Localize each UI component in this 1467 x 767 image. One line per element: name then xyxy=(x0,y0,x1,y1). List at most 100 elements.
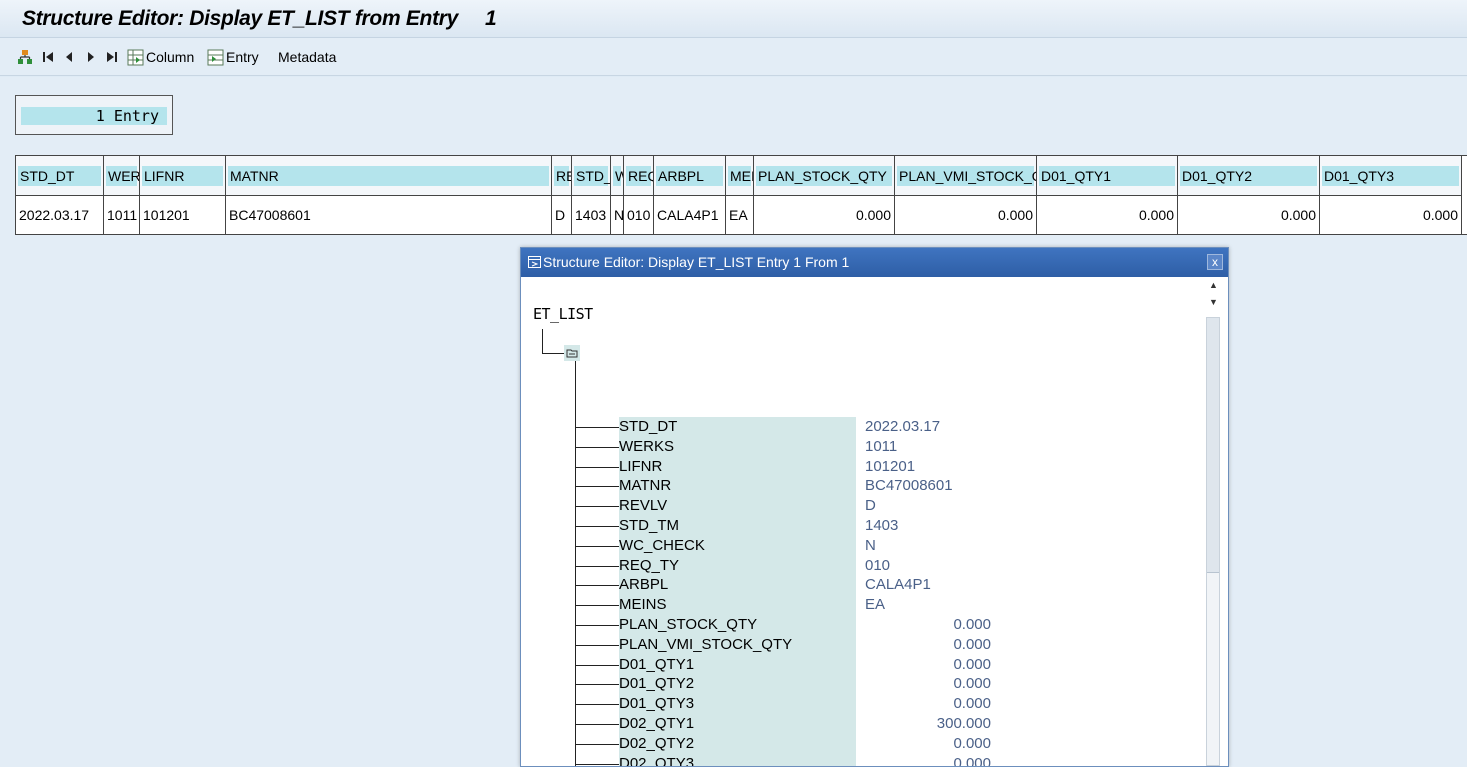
tree-line xyxy=(542,329,543,353)
tree-connector xyxy=(575,605,619,607)
column-header[interactable]: ARBPL xyxy=(654,156,726,195)
first-icon xyxy=(43,52,53,62)
field-row[interactable]: D01_QTY1 0.000 xyxy=(575,654,995,675)
column-header-label: STD_ xyxy=(574,166,611,186)
field-value: 0.000 xyxy=(953,616,991,633)
close-button[interactable]: x xyxy=(1207,254,1223,270)
table-cell[interactable]: 2022.03.17 xyxy=(16,196,104,234)
field-row[interactable]: ARBPL CALA4P1 xyxy=(575,575,995,596)
vertical-scrollbar[interactable]: ▲ ▼ xyxy=(1206,277,1222,766)
folder-icon xyxy=(566,349,578,358)
field-value: 0.000 xyxy=(953,695,991,713)
table-cell[interactable]: 101201 xyxy=(140,196,226,234)
dialog-titlebar[interactable]: Structure Editor: Display ET_LIST Entry … xyxy=(521,248,1228,277)
table-cell[interactable]: BC47008601 xyxy=(226,196,552,234)
field-value: 0.000 xyxy=(953,754,991,766)
column-header[interactable]: MEI xyxy=(726,156,754,195)
field-row[interactable]: PLAN_VMI_STOCK_QTY 0.000 xyxy=(575,634,995,655)
field-row[interactable]: LIFNR 101201 xyxy=(575,456,995,477)
field-row[interactable]: D01_QTY3 0.000 xyxy=(575,694,995,715)
table-cell[interactable]: 1011 xyxy=(104,196,140,234)
table-row[interactable]: 2022.03.17 1011 101201 BC47008601 D 1403 N 010 C… xyxy=(16,196,1462,234)
table-cell-value: 101201 xyxy=(143,207,190,223)
table-cell[interactable]: 0.000 xyxy=(895,196,1037,234)
field-row[interactable]: D02_QTY2 0.000 xyxy=(575,733,995,754)
column-header-label: REQ xyxy=(626,166,653,186)
scroll-track[interactable] xyxy=(1206,317,1220,766)
table-cell[interactable]: 0.000 xyxy=(754,196,895,234)
column-header[interactable]: REQ xyxy=(624,156,654,195)
field-value: 0.000 xyxy=(953,675,991,693)
scroll-up-icon[interactable]: ▲ xyxy=(1209,280,1218,290)
table-cell-value: 1011 xyxy=(107,207,138,223)
tree-connector xyxy=(575,704,619,706)
table-cell[interactable]: EA xyxy=(726,196,754,234)
field-row[interactable]: MEINS EA xyxy=(575,595,995,616)
column-header[interactable]: W xyxy=(611,156,624,195)
table-cell-value: D xyxy=(555,207,566,223)
column-header[interactable]: D01_QTY3 xyxy=(1320,156,1462,195)
field-row[interactable]: WERKS 1011 xyxy=(575,436,995,457)
field-row[interactable]: PLAN_STOCK_QTY 0.000 xyxy=(575,615,995,635)
column-header-label: D01_QTY1 xyxy=(1039,166,1175,186)
table-cell[interactable]: 0.000 xyxy=(1037,196,1178,234)
column-header[interactable]: RE xyxy=(552,156,572,195)
table-cell-value: 0.000 xyxy=(855,207,891,223)
column-button[interactable]: Column xyxy=(127,48,194,66)
table-cell-value: 0.000 xyxy=(1422,207,1458,223)
table-cell[interactable]: D xyxy=(552,196,572,234)
table-cell[interactable]: 0.000 xyxy=(1320,196,1462,234)
tree-connector xyxy=(575,446,619,448)
next-entry-button[interactable] xyxy=(86,48,96,66)
column-header[interactable]: STD_DT xyxy=(16,156,104,195)
tree-connector xyxy=(575,526,619,527)
field-value: 101201 xyxy=(865,457,916,475)
field-name: WC_CHECK xyxy=(619,535,856,556)
table-cell[interactable]: 1403 xyxy=(572,196,611,234)
column-header[interactable]: D01_QTY2 xyxy=(1178,156,1320,195)
table-cell[interactable]: 010 xyxy=(624,196,654,234)
field-row[interactable]: STD_DT 2022.03.17 xyxy=(575,417,995,437)
field-row[interactable]: REVLV D xyxy=(575,496,995,517)
previous-entry-button[interactable] xyxy=(64,48,74,66)
field-row[interactable]: REQ_TY 010 xyxy=(575,555,995,576)
field-row[interactable]: WC_CHECK N xyxy=(575,535,995,556)
column-header[interactable]: STD_ xyxy=(572,156,611,195)
column-header[interactable]: MATNR xyxy=(226,156,552,195)
folder-node[interactable] xyxy=(564,345,580,361)
field-name: MEINS xyxy=(619,595,856,616)
field-row[interactable]: STD_TM 1403 xyxy=(575,516,995,536)
first-entry-button[interactable] xyxy=(42,48,54,66)
field-value: 2022.03.17 xyxy=(865,418,941,435)
field-name: STD_TM xyxy=(619,516,856,536)
close-icon: x xyxy=(1212,255,1218,269)
structure-editor-dialog: Structure Editor: Display ET_LIST Entry … xyxy=(520,247,1229,767)
table-cell[interactable]: N xyxy=(611,196,624,234)
field-row[interactable]: D02_QTY1 300.000 xyxy=(575,714,995,734)
field-row[interactable]: D01_QTY2 0.000 xyxy=(575,674,995,695)
column-header[interactable]: D01_QTY1 xyxy=(1037,156,1178,195)
table-cell[interactable]: CALA4P1 xyxy=(654,196,726,234)
table-cell-value: 0.000 xyxy=(997,207,1033,223)
column-header-label: ARBPL xyxy=(656,166,723,186)
entry-count: 1 Entry xyxy=(21,107,167,125)
entry-icon xyxy=(207,49,224,65)
column-header[interactable]: WERK xyxy=(104,156,140,195)
entry-button[interactable]: Entry xyxy=(207,48,259,66)
previous-icon xyxy=(66,52,72,62)
field-row[interactable]: D02_QTY3 0.000 xyxy=(575,753,995,766)
column-header[interactable]: LIFNR xyxy=(140,156,226,195)
scroll-thumb[interactable] xyxy=(1207,318,1219,573)
field-row[interactable]: MATNR BC47008601 xyxy=(575,476,995,497)
column-header[interactable]: PLAN_VMI_STOCK_QT xyxy=(895,156,1037,195)
scroll-down-icon[interactable]: ▼ xyxy=(1209,297,1218,307)
column-header[interactable]: PLAN_STOCK_QTY xyxy=(754,156,895,195)
tree-connector xyxy=(575,506,619,508)
last-entry-button[interactable] xyxy=(106,48,118,66)
table-cell[interactable]: 0.000 xyxy=(1178,196,1320,234)
metadata-button[interactable]: Metadata xyxy=(278,48,336,66)
hierarchy-button[interactable] xyxy=(17,48,33,66)
column-header-label: PLAN_VMI_STOCK_QT xyxy=(897,166,1037,186)
column-header-label: RE xyxy=(554,166,571,186)
entry-number: 1 xyxy=(485,7,497,30)
